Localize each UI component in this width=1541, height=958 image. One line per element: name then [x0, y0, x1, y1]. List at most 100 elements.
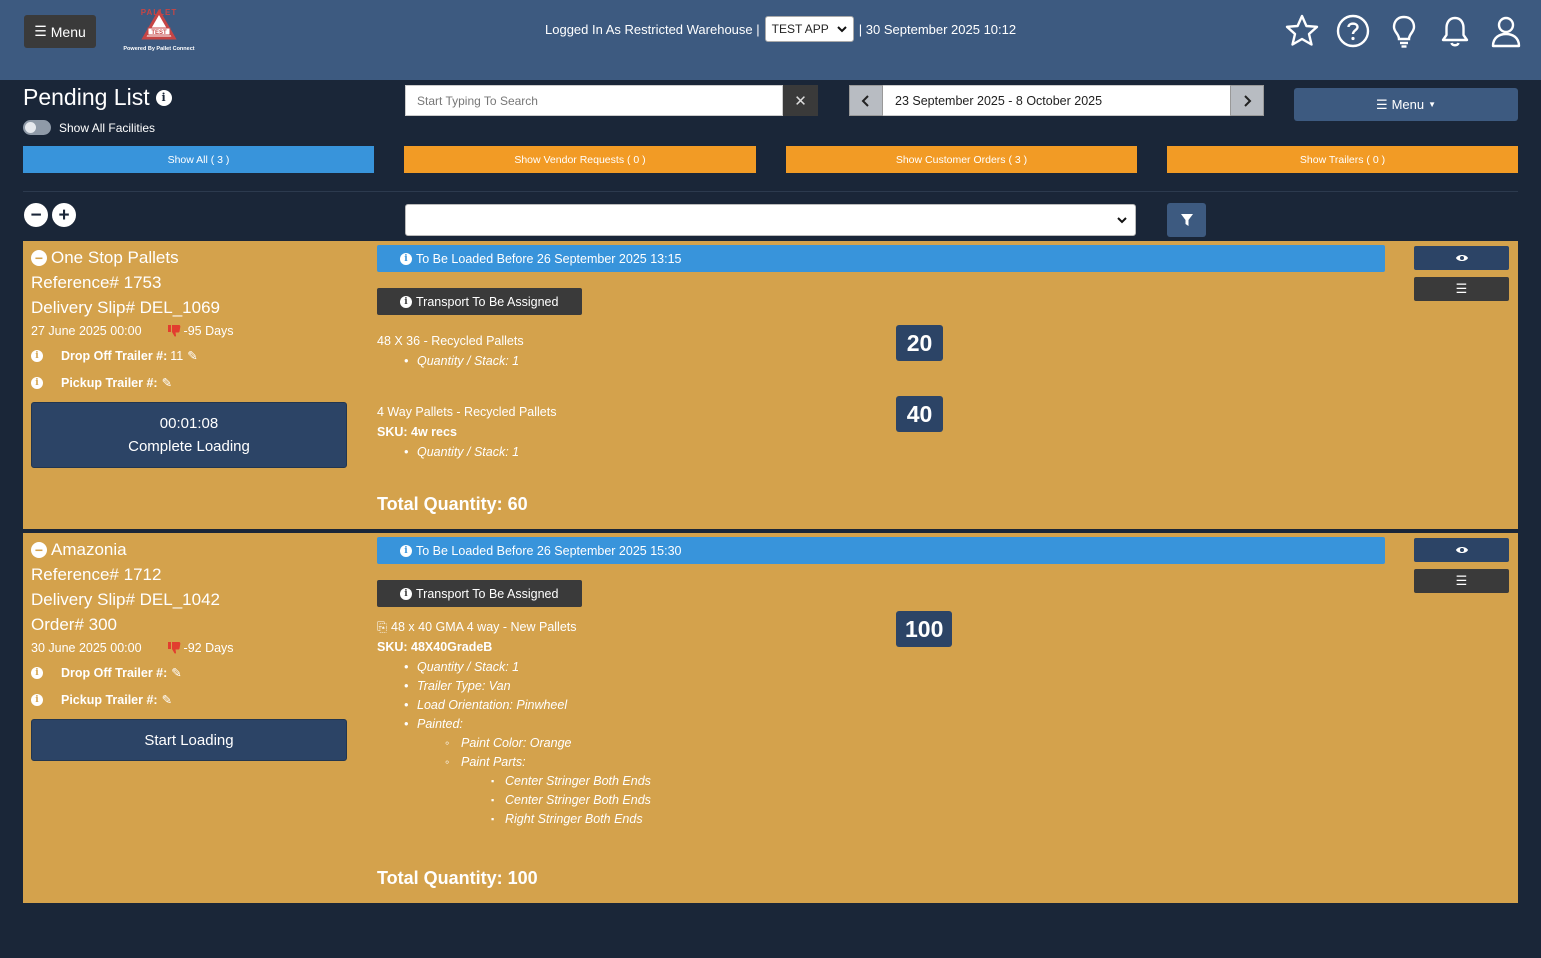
- item-title: 48 X 36 - Recycled Pallets: [377, 334, 524, 348]
- info-icon[interactable]: i: [31, 376, 43, 389]
- divider: [23, 191, 1518, 192]
- expand-all-button[interactable]: +: [52, 203, 76, 227]
- drop-off-trailer-value: 11: [170, 348, 184, 363]
- item-title: 4 Way Pallets - Recycled Pallets: [377, 405, 557, 419]
- collapse-all-button[interactable]: −: [24, 203, 48, 227]
- previous-range-button[interactable]: [849, 85, 883, 116]
- item-qty-stack: Quantity / Stack: 1: [377, 442, 1385, 461]
- item-painted: Painted:: [377, 714, 1385, 733]
- logo-badge-text: TEST: [151, 30, 167, 36]
- top-navbar: ☰ Menu PALLET TEST Powered By Pallet Con…: [0, 0, 1541, 80]
- quantity-badge: 40: [896, 396, 943, 432]
- edit-pencil-icon[interactable]: ✎: [162, 692, 172, 707]
- date-range-input[interactable]: 23 September 2025 - 8 October 2025: [883, 85, 1230, 116]
- order-options-button[interactable]: ☰: [1414, 569, 1509, 593]
- clear-search-button[interactable]: ✕: [783, 85, 818, 116]
- edit-pencil-icon[interactable]: ✎: [171, 665, 181, 680]
- reference-number: Reference# 1753: [31, 272, 162, 292]
- order-summary: − One Stop Pallets Reference# 1753 Deliv…: [31, 245, 351, 468]
- filter-funnel-icon: [1180, 214, 1193, 226]
- order-date: 27 June 2025 00:00: [31, 324, 142, 338]
- info-icon[interactable]: i: [31, 666, 43, 679]
- search-input[interactable]: [405, 85, 783, 116]
- company-name: − Amazonia: [31, 537, 351, 562]
- item-paint-color: Paint Color: Orange: [377, 733, 1385, 752]
- info-icon: i: [400, 295, 412, 308]
- edit-pencil-icon[interactable]: ✎: [187, 348, 197, 363]
- card-actions: ☰: [1414, 538, 1509, 600]
- delivery-slip: Delivery Slip# DEL_1042: [31, 589, 220, 609]
- quantity-badge: 20: [896, 325, 943, 361]
- pallet-connect-logo[interactable]: PALLET TEST Powered By Pallet Connect: [118, 8, 200, 58]
- ideas-lightbulb-icon[interactable]: [1385, 12, 1423, 50]
- delivery-slip: Delivery Slip# DEL_1069: [31, 297, 220, 317]
- tab-trailers[interactable]: Show Trailers ( 0 ): [1167, 146, 1518, 173]
- view-order-button[interactable]: [1414, 538, 1509, 562]
- days-overdue: -92 Days: [167, 641, 234, 655]
- info-icon: i: [400, 544, 412, 557]
- info-icon[interactable]: i: [31, 349, 43, 362]
- notifications-bell-icon[interactable]: [1436, 12, 1474, 50]
- order-date-row: 30 June 2025 00:00 -92 Days: [31, 637, 351, 659]
- item-attributes: Quantity / Stack: 1: [377, 351, 1385, 370]
- item-trailer-type: Trailer Type: Van: [377, 676, 1385, 695]
- show-all-facilities-label: Show All Facilities: [59, 120, 156, 135]
- collapse-card-icon[interactable]: −: [31, 249, 47, 266]
- caret-down-icon: ▼: [1428, 100, 1437, 109]
- tab-customer-orders[interactable]: Show Customer Orders ( 3 ): [786, 146, 1137, 173]
- tab-vendor-requests[interactable]: Show Vendor Requests ( 0 ): [404, 146, 756, 173]
- item-paint-parts: Paint Parts:: [377, 752, 1385, 771]
- drop-off-trailer-row: i Drop Off Trailer #: 11 ✎: [31, 342, 351, 369]
- order-options-button[interactable]: ☰: [1414, 277, 1509, 301]
- chevron-down-icon: [1117, 216, 1127, 223]
- transport-assign-button[interactable]: i Transport To Be Assigned: [377, 288, 583, 315]
- line-item: ⎘ 48 x 40 GMA 4 way - New Pallets SKU: 4…: [377, 611, 1385, 828]
- complete-loading-button[interactable]: 00:01:08 Complete Loading: [31, 402, 347, 468]
- filter-select[interactable]: [405, 204, 1136, 236]
- line-item: 48 X 36 - Recycled Pallets Quantity / St…: [377, 325, 1385, 370]
- order-card: − Amazonia Reference# 1712 Delivery Slip…: [23, 533, 1518, 903]
- pickup-trailer-row: i Pickup Trailer #: ✎: [31, 369, 351, 396]
- quantity-badge: 100: [896, 611, 953, 647]
- header-icons: [1283, 12, 1525, 50]
- paint-part-item: Right Stringer Both Ends: [377, 809, 1385, 828]
- eye-icon: [1455, 255, 1468, 261]
- edit-pencil-icon[interactable]: ✎: [162, 375, 172, 390]
- transport-assign-button[interactable]: i Transport To Be Assigned: [377, 580, 583, 607]
- start-loading-button[interactable]: Start Loading: [31, 719, 347, 761]
- show-all-facilities-toggle-row: Show All Facilities: [23, 120, 155, 135]
- plus-icon: +: [58, 204, 70, 226]
- page-title: Pending List i: [23, 84, 172, 111]
- tab-show-all[interactable]: Show All ( 3 ): [23, 146, 374, 173]
- company-name: − One Stop Pallets: [31, 245, 351, 270]
- item-attributes: Quantity / Stack: 1 Trailer Type: Van Lo…: [377, 657, 1385, 828]
- logo-brand-text: PALLET: [140, 8, 178, 17]
- load-deadline-bar: i To Be Loaded Before 26 September 2025 …: [377, 245, 1385, 272]
- list-menu-dropdown[interactable]: ☰ Menu ▼: [1294, 88, 1518, 121]
- minus-icon: −: [30, 204, 42, 226]
- item-sku: SKU: 4w recs: [377, 425, 457, 439]
- card-actions: ☰: [1414, 246, 1509, 308]
- thumbs-down-icon: [167, 325, 180, 337]
- main-menu-button[interactable]: ☰ Menu: [24, 15, 96, 48]
- favorites-star-icon[interactable]: [1283, 12, 1321, 50]
- date-range-picker: 23 September 2025 - 8 October 2025: [849, 85, 1264, 116]
- info-icon[interactable]: i: [31, 693, 43, 706]
- help-question-icon[interactable]: [1334, 12, 1372, 50]
- hamburger-icon: ☰: [34, 23, 47, 39]
- chevron-down-icon: [837, 25, 847, 32]
- view-order-button[interactable]: [1414, 246, 1509, 270]
- info-icon[interactable]: i: [155, 89, 172, 106]
- days-overdue: -95 Days: [167, 324, 234, 338]
- app-select[interactable]: TEST APP: [764, 16, 854, 42]
- chevron-left-icon: [861, 94, 869, 107]
- next-range-button[interactable]: [1230, 85, 1264, 116]
- session-info: Logged In As Restricted Warehouse | TEST…: [545, 16, 1016, 42]
- apply-filter-button[interactable]: [1167, 203, 1206, 237]
- info-icon: i: [400, 587, 412, 600]
- show-all-facilities-toggle[interactable]: [23, 120, 51, 135]
- user-profile-icon[interactable]: [1487, 12, 1525, 50]
- eye-icon: [1455, 547, 1468, 553]
- collapse-card-icon[interactable]: −: [31, 541, 47, 558]
- order-summary: − Amazonia Reference# 1712 Delivery Slip…: [31, 537, 351, 761]
